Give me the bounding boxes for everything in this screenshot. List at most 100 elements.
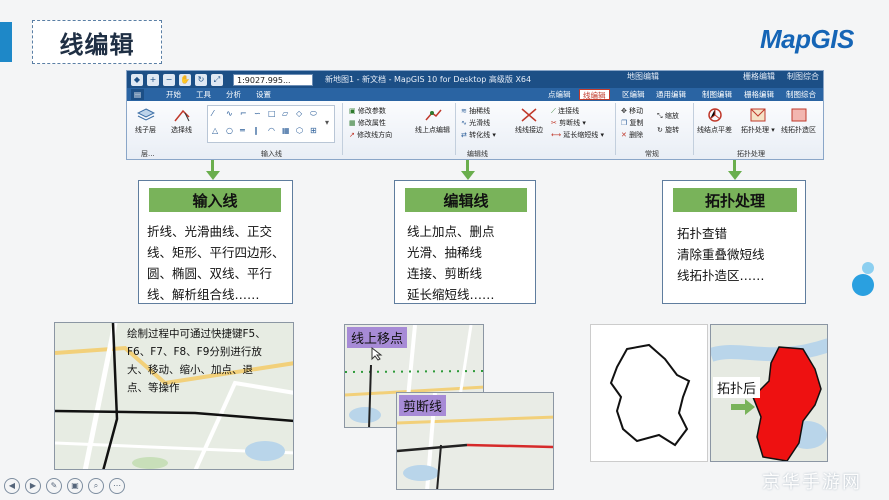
node-adjust-button[interactable]: 线结点平差 [697, 107, 732, 135]
tab-carto-general[interactable]: 制图综合 [783, 89, 819, 100]
layer-button[interactable]: 线子层 [135, 107, 156, 135]
refresh-icon[interactable]: ↻ [195, 73, 207, 86]
polyline-icon[interactable]: ⁄ [212, 109, 213, 118]
line-point-icon [424, 109, 442, 121]
tab-carto-edit[interactable]: 制图编辑 [699, 89, 735, 100]
tab-point-edit[interactable]: 点编辑 [545, 89, 574, 100]
line-type-gallery[interactable]: ⁄ ∿ ⌐ ∽ □ ▱ ◇ ⬭ △ ○ ═ ∥ ◠ ▦ ⬡ ⊞ ▾ [207, 105, 335, 143]
card-line: 延长缩短线…… [407, 287, 495, 302]
topo-process-button[interactable]: 拓扑处理 ▾ [741, 107, 775, 135]
curve-icon[interactable]: ∿ [226, 109, 233, 118]
rotate-button[interactable]: ↻ 旋转 [657, 123, 679, 137]
delete-label: 删除 [629, 131, 644, 139]
line-tools-group: ≋ 抽稀线 ∿ 光滑线 ⇄ 转化线 ▾ [461, 105, 496, 141]
spline-icon[interactable]: ∽ [254, 109, 261, 118]
cut-icon: ✂ [551, 119, 560, 127]
card-line: 光滑、抽稀线 [407, 245, 483, 260]
zoom-icon[interactable]: ⌕ [88, 478, 104, 494]
more-icon[interactable]: ⋯ [109, 478, 125, 494]
tab-raster-edit[interactable]: 栅格编辑 [741, 89, 777, 100]
watermark: 京华手游网 [762, 472, 862, 493]
smooth-line-button[interactable]: ∿ 光滑线 [461, 117, 496, 129]
double-line-icon[interactable]: ═ [240, 126, 245, 135]
menu-settings[interactable]: 设置 [253, 89, 274, 100]
slide-title: 线编辑 [32, 20, 162, 64]
menu-start[interactable]: 开始 [163, 89, 184, 100]
copy-button[interactable]: ❐ 复制 [621, 117, 644, 129]
slides-icon[interactable]: ▣ [67, 478, 83, 494]
pen-icon[interactable]: ✎ [46, 478, 62, 494]
gallery-more-icon[interactable]: ▾ [325, 118, 329, 127]
pan-icon[interactable]: ✋ [179, 73, 191, 86]
card-title: 输入线 [149, 188, 281, 212]
arc-icon[interactable]: ◠ [268, 126, 275, 135]
circle-icon[interactable]: ○ [226, 126, 233, 135]
card-line: 线、解析组合线…… [147, 287, 260, 302]
tab-line-edit[interactable]: 线编辑 [579, 89, 610, 100]
fullscreen-icon[interactable]: ⤢ [211, 73, 223, 86]
add-point-button[interactable]: 线上点编辑 [415, 107, 450, 135]
note-line: 绘制过程中可通过快捷键F5、 [127, 328, 266, 340]
cut-line-button[interactable]: ✂ 剪断线 ▾ [551, 117, 604, 129]
delete-button[interactable]: ✕ 删除 [621, 129, 644, 141]
extend-label: 延长缩短线 [563, 131, 599, 139]
combo-icon[interactable]: ⊞ [310, 126, 317, 135]
card-body: 拓扑查错 清除重叠微短线 线拓扑造区…… [677, 223, 765, 286]
after-topo-label: 拓扑后 [713, 377, 761, 398]
menu-tools[interactable]: 工具 [193, 89, 214, 100]
note-line: 大、移动、缩小、加点、退 [127, 364, 253, 376]
thin-line-button[interactable]: ≋ 抽稀线 [461, 105, 496, 117]
group-label-edit: 编辑线 [467, 150, 488, 158]
card-line: 线、矩形、平行四边形、 [147, 245, 285, 260]
snap-edge-button[interactable]: 线线接边 [515, 107, 543, 135]
select-line-button[interactable]: 选择线 [171, 107, 192, 135]
card-line: 线拓扑造区…… [677, 268, 765, 283]
topology-before [590, 324, 708, 462]
cut-line-map: 剪断线 [396, 392, 554, 490]
tab-area-edit[interactable]: 区编辑 [619, 89, 648, 100]
zoom-out-icon[interactable]: − [163, 73, 175, 86]
grid-icon[interactable]: ▦ [282, 126, 290, 135]
app-icon[interactable]: ◆ [131, 73, 143, 86]
ellipse-icon[interactable]: ⬭ [310, 109, 317, 119]
ribbon-separator [455, 103, 456, 155]
convert-line-button[interactable]: ⇄ 转化线 ▾ [461, 129, 496, 141]
slide-accent-bar [0, 22, 12, 62]
drawing-map: 绘制过程中可通过快捷键F5、 F6、F7、F8、F9分别进行放 大、移动、缩小、… [54, 322, 294, 470]
parallel-line-icon[interactable]: ∥ [254, 126, 258, 135]
ribbon-tabbar: ▤ 开始 工具 分析 设置 点编辑 线编辑 区编辑 通用编辑 制图编辑 栅格编辑… [127, 88, 823, 101]
next-slide-icon[interactable]: ▶ [25, 478, 41, 494]
thin-label: 抽稀线 [469, 107, 491, 115]
extend-line-button[interactable]: ⟷ 延长缩短线 ▾ [551, 129, 604, 141]
diamond-icon[interactable]: ◇ [296, 109, 302, 118]
modify-group: ▣ 修改参数 ▦ 修改属性 ↗ 修改线方向 [349, 105, 392, 141]
edit-params-button[interactable]: ▣ 修改参数 [349, 105, 392, 117]
attrs-icon: ▦ [349, 119, 358, 127]
edit-params-label: 修改参数 [357, 107, 386, 115]
mapgis-window: ◆ + − ✋ ↻ ⤢ 1:9027.995... 新地图1 - 新文档 - M… [126, 70, 824, 160]
file-menu-icon[interactable]: ▤ [131, 89, 145, 100]
note-line: 点、等操作 [127, 382, 180, 394]
topo-area-button[interactable]: 线拓扑造区 [781, 107, 816, 135]
edit-attrs-button[interactable]: ▦ 修改属性 [349, 117, 392, 129]
parallelogram-icon[interactable]: ▱ [282, 109, 288, 118]
card-line: 折线、光滑曲线、正交 [147, 224, 273, 239]
scale-select[interactable]: 1:9027.995... [233, 73, 313, 86]
edit-direction-button[interactable]: ↗ 修改线方向 [349, 129, 392, 141]
join-line-button[interactable]: ⟋ 连接线 [551, 105, 604, 117]
hex-icon[interactable]: ⬡ [296, 126, 303, 135]
tab-general-edit[interactable]: 通用编辑 [653, 89, 689, 100]
thin-icon: ≋ [461, 107, 470, 115]
convert-label: 转化线 [469, 131, 491, 139]
zoom-in-icon[interactable]: + [147, 73, 159, 86]
scale-label: 缩放 [664, 112, 679, 120]
prev-slide-icon[interactable]: ◀ [4, 478, 20, 494]
note-line: F6、F7、F8、F9分别进行放 [127, 346, 262, 358]
scale-button[interactable]: ⤡ 缩放 [657, 109, 679, 123]
triangle-icon[interactable]: △ [212, 126, 218, 135]
move-button[interactable]: ✥ 移动 [621, 105, 644, 117]
node-adjust-label: 线结点平差 [697, 126, 732, 134]
menu-analysis[interactable]: 分析 [223, 89, 244, 100]
ortho-line-icon[interactable]: ⌐ [240, 109, 247, 118]
rect-icon[interactable]: □ [268, 109, 276, 118]
